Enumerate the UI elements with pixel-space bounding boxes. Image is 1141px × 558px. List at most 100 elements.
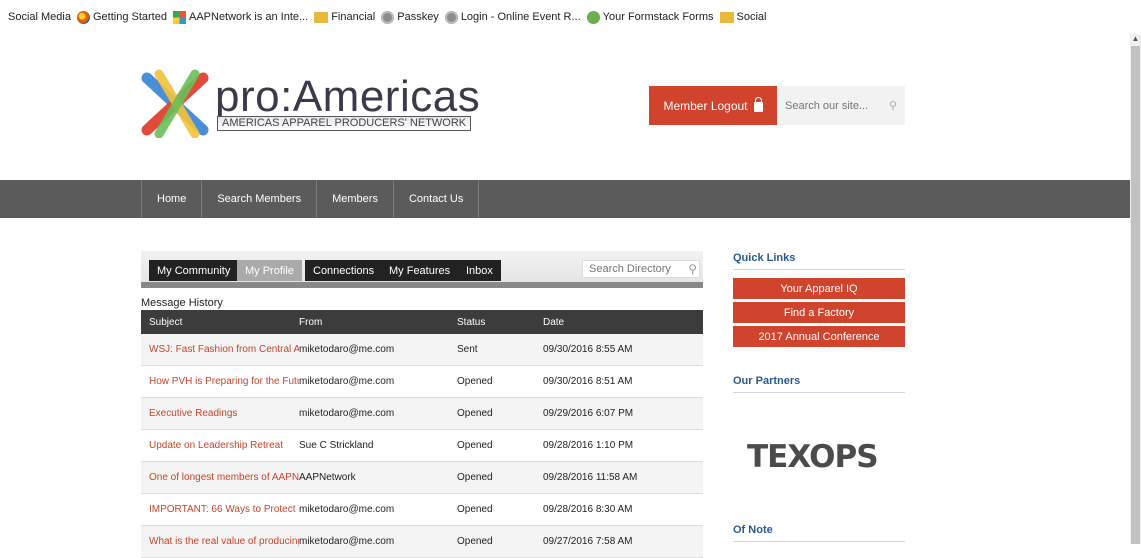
message-date: 09/30/2016 8:51 AM xyxy=(543,376,633,387)
message-date: 09/28/2016 8:30 AM xyxy=(543,504,633,515)
quick-links-panel: Quick Links Your Apparel IQ Find a Facto… xyxy=(733,252,905,347)
table-row[interactable]: What is the real value of producing mike… xyxy=(141,526,703,558)
bookmark-social[interactable]: Social xyxy=(719,11,767,23)
message-from: AAPNetwork xyxy=(299,472,356,483)
partners-heading: Our Partners xyxy=(733,375,905,393)
lock-icon xyxy=(753,97,763,112)
bookmark-label: AAPNetwork is an Inte... xyxy=(188,11,309,23)
bookmark-passkey[interactable]: Passkey xyxy=(381,10,439,24)
table-row[interactable]: WSJ: Fast Fashion from Central Am miketo… xyxy=(141,334,703,366)
page-scrollbar[interactable]: ▲ xyxy=(1130,34,1141,544)
message-history-title: Message History xyxy=(141,297,223,309)
bookmark-label: Social Media xyxy=(8,11,71,23)
logo-mark-icon xyxy=(141,69,209,138)
bookmark-formstack[interactable]: Your Formstack Forms xyxy=(586,10,714,24)
bookmark-label: Login - Online Event R... xyxy=(460,11,581,23)
message-from: miketodaro@me.com xyxy=(299,504,395,515)
message-from: miketodaro@me.com xyxy=(299,344,395,355)
bookmark-label: Social xyxy=(736,11,767,23)
message-subject-link[interactable]: WSJ: Fast Fashion from Central Am xyxy=(141,344,299,355)
tab-inbox[interactable]: Inbox xyxy=(458,260,501,281)
message-subject-link[interactable]: IMPORTANT: 66 Ways to Protect Yc xyxy=(141,504,299,515)
column-header-subject: Subject xyxy=(149,316,183,328)
column-header-date: Date xyxy=(543,316,565,328)
member-logout-button[interactable]: Member Logout xyxy=(649,86,777,125)
firefox-icon xyxy=(76,10,90,24)
message-history-table: Subject From Status Date WSJ: Fast Fashi… xyxy=(141,310,703,558)
bookmark-label: Passkey xyxy=(397,11,439,23)
bookmark-label: Your Formstack Forms xyxy=(602,11,714,23)
of-note-heading: Of Note xyxy=(733,524,905,542)
message-from: miketodaro@me.com xyxy=(299,408,395,419)
texops-partner-logo[interactable]: TEXOPS xyxy=(745,437,895,475)
scrollbar-thumb[interactable] xyxy=(1131,46,1140,544)
tab-connections[interactable]: Connections xyxy=(305,260,383,281)
logout-label: Member Logout xyxy=(663,98,748,113)
bookmark-aapnetwork[interactable]: AAPNetwork is an Inte... xyxy=(172,10,309,24)
message-date: 09/27/2016 7:58 AM xyxy=(543,536,633,547)
nav-home[interactable]: Home xyxy=(141,180,201,218)
table-row[interactable]: Update on Leadership Retreat Sue C Stric… xyxy=(141,430,703,462)
message-date: 09/28/2016 1:10 PM xyxy=(543,440,634,451)
message-subject-link[interactable]: What is the real value of producing xyxy=(141,536,299,547)
bookmarks-bar: Social Media Getting Started AAPNetwork … xyxy=(0,0,1141,34)
table-header: Subject From Status Date xyxy=(141,310,703,334)
texops-logo-text: TEXOPS xyxy=(747,439,878,475)
bookmark-label: Financial xyxy=(331,11,376,23)
globe-icon xyxy=(381,10,395,24)
message-status: Opened xyxy=(457,504,493,515)
of-note-panel: Of Note xyxy=(733,524,905,542)
message-subject-link[interactable]: Update on Leadership Retreat xyxy=(141,440,299,451)
nav-members[interactable]: Members xyxy=(316,180,393,218)
column-header-from: From xyxy=(299,316,323,328)
bookmark-getting-started[interactable]: Getting Started xyxy=(76,10,167,24)
nav-contact-us[interactable]: Contact Us xyxy=(392,180,480,218)
table-row[interactable]: IMPORTANT: 66 Ways to Protect Yc miketod… xyxy=(141,494,703,526)
column-header-status: Status xyxy=(457,316,486,328)
quick-link-apparel-iq[interactable]: Your Apparel IQ xyxy=(733,278,905,299)
aapnetwork-icon xyxy=(172,10,186,24)
nav-search-members[interactable]: Search Members xyxy=(201,180,316,218)
main-nav: Home Search Members Members Contact Us xyxy=(0,180,1130,218)
search-icon[interactable]: ⚲ xyxy=(889,99,897,112)
table-row[interactable]: How PVH is Preparing for the Futur miket… xyxy=(141,366,703,398)
message-status: Opened xyxy=(457,536,493,547)
message-status: Opened xyxy=(457,376,493,387)
quick-link-find-factory[interactable]: Find a Factory xyxy=(733,302,905,323)
site-search: ⚲ xyxy=(777,86,905,125)
quick-links-heading: Quick Links xyxy=(733,252,905,270)
message-status: Opened xyxy=(457,440,493,451)
quick-link-annual-conference[interactable]: 2017 Annual Conference xyxy=(733,326,905,347)
table-row[interactable]: One of longest members of AAPN ' AAPNetw… xyxy=(141,462,703,494)
message-status: Opened xyxy=(457,408,493,419)
directory-search-input[interactable] xyxy=(589,263,679,275)
profile-tabs-bar: My Community My Profile Connections My F… xyxy=(141,251,703,288)
bookmark-social-media[interactable]: Social Media xyxy=(8,11,71,23)
message-from: miketodaro@me.com xyxy=(299,376,395,387)
tab-my-features[interactable]: My Features xyxy=(381,260,459,281)
site-search-input[interactable] xyxy=(785,99,875,112)
globe-icon xyxy=(444,10,458,24)
search-icon[interactable]: ⚲ xyxy=(688,262,697,276)
message-from: miketodaro@me.com xyxy=(299,536,395,547)
site-logo[interactable]: pro:Americas AMERICAS APPAREL PRODUCERS'… xyxy=(141,68,480,138)
message-date: 09/28/2016 11:58 AM xyxy=(543,472,638,483)
message-subject-link[interactable]: How PVH is Preparing for the Futur xyxy=(141,376,299,387)
logo-tagline: AMERICAS APPAREL PRODUCERS' NETWORK xyxy=(217,116,472,131)
message-subject-link[interactable]: Executive Readings xyxy=(141,408,299,419)
texops-logo-icon: TEXOPS xyxy=(747,439,879,475)
tab-my-community[interactable]: My Community xyxy=(149,260,239,281)
bookmark-label: Getting Started xyxy=(92,11,167,23)
formstack-icon xyxy=(586,10,600,24)
scroll-up-icon[interactable]: ▲ xyxy=(1130,34,1141,44)
table-body: WSJ: Fast Fashion from Central Am miketo… xyxy=(141,334,703,558)
table-row[interactable]: Executive Readings miketodaro@me.com Ope… xyxy=(141,398,703,430)
message-status: Opened xyxy=(457,472,493,483)
folder-icon xyxy=(719,11,734,23)
bookmark-login[interactable]: Login - Online Event R... xyxy=(444,10,581,24)
message-from: Sue C Strickland xyxy=(299,440,374,451)
tab-my-profile[interactable]: My Profile xyxy=(237,260,302,281)
message-status: Sent xyxy=(457,344,478,355)
message-subject-link[interactable]: One of longest members of AAPN ' xyxy=(141,472,299,483)
bookmark-financial[interactable]: Financial xyxy=(314,11,375,23)
